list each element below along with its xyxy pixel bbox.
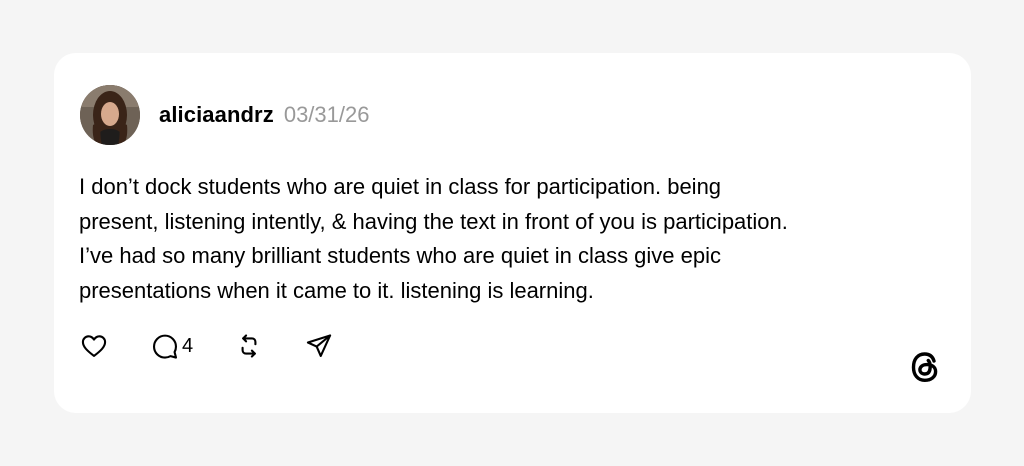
comment-icon (152, 334, 178, 359)
username[interactable]: aliciaandrz (159, 102, 274, 128)
threads-logo-glyph (911, 352, 938, 382)
heart-icon (81, 335, 107, 357)
like-button[interactable] (79, 332, 109, 360)
post-header: aliciaandrz 03/31/26 (159, 102, 369, 128)
post-body-line: I don’t dock students who are quiet in c… (79, 174, 722, 199)
post-body-line: presentations when it came to it. listen… (79, 277, 594, 303)
post-card: aliciaandrz 03/31/26 I don’t dock studen… (54, 53, 971, 413)
avatar[interactable] (80, 85, 140, 145)
repost-button[interactable] (235, 332, 263, 360)
repost-icon (241, 334, 257, 358)
reply-button[interactable]: 4 (151, 332, 193, 360)
avatar-photo-icon (80, 85, 140, 145)
threads-logo-icon[interactable] (905, 347, 945, 387)
share-button[interactable] (305, 332, 333, 360)
post-body-line: I’ve had so many brilliant students who … (79, 243, 722, 268)
post-body-line: present, listening intently, & having th… (79, 208, 788, 234)
timestamp: 03/31/26 (283, 102, 370, 127)
action-bar: 4 (79, 331, 333, 361)
reply-count: 4 (182, 334, 194, 357)
post-body: I don’t dock students who are quiet in c… (79, 170, 949, 308)
send-icon (306, 334, 332, 357)
